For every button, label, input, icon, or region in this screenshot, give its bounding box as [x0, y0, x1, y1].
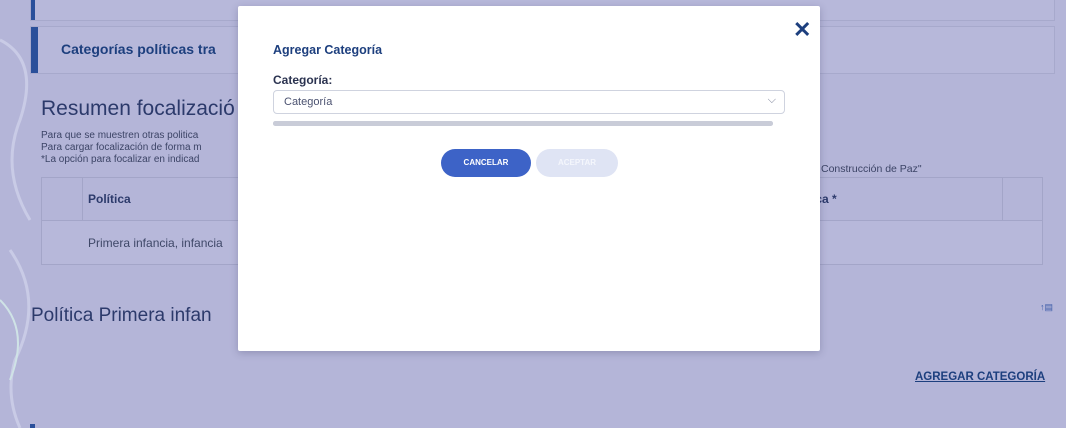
loading-bar [273, 121, 773, 126]
close-icon[interactable]: ✕ [793, 19, 811, 41]
select-value: Categoría [284, 96, 333, 108]
categoria-label: Categoría: [273, 73, 333, 87]
agregar-categoria-modal: ✕ Agregar Categoría Categoría: Categoría… [238, 6, 820, 351]
modal-title: Agregar Categoría [273, 43, 383, 57]
cancel-button[interactable]: CANCELAR [441, 149, 531, 177]
categoria-select[interactable]: Categoría ⌵ [273, 90, 785, 114]
accept-button[interactable]: ACEPTAR [536, 149, 618, 177]
chevron-down-icon: ⌵ [767, 94, 776, 106]
